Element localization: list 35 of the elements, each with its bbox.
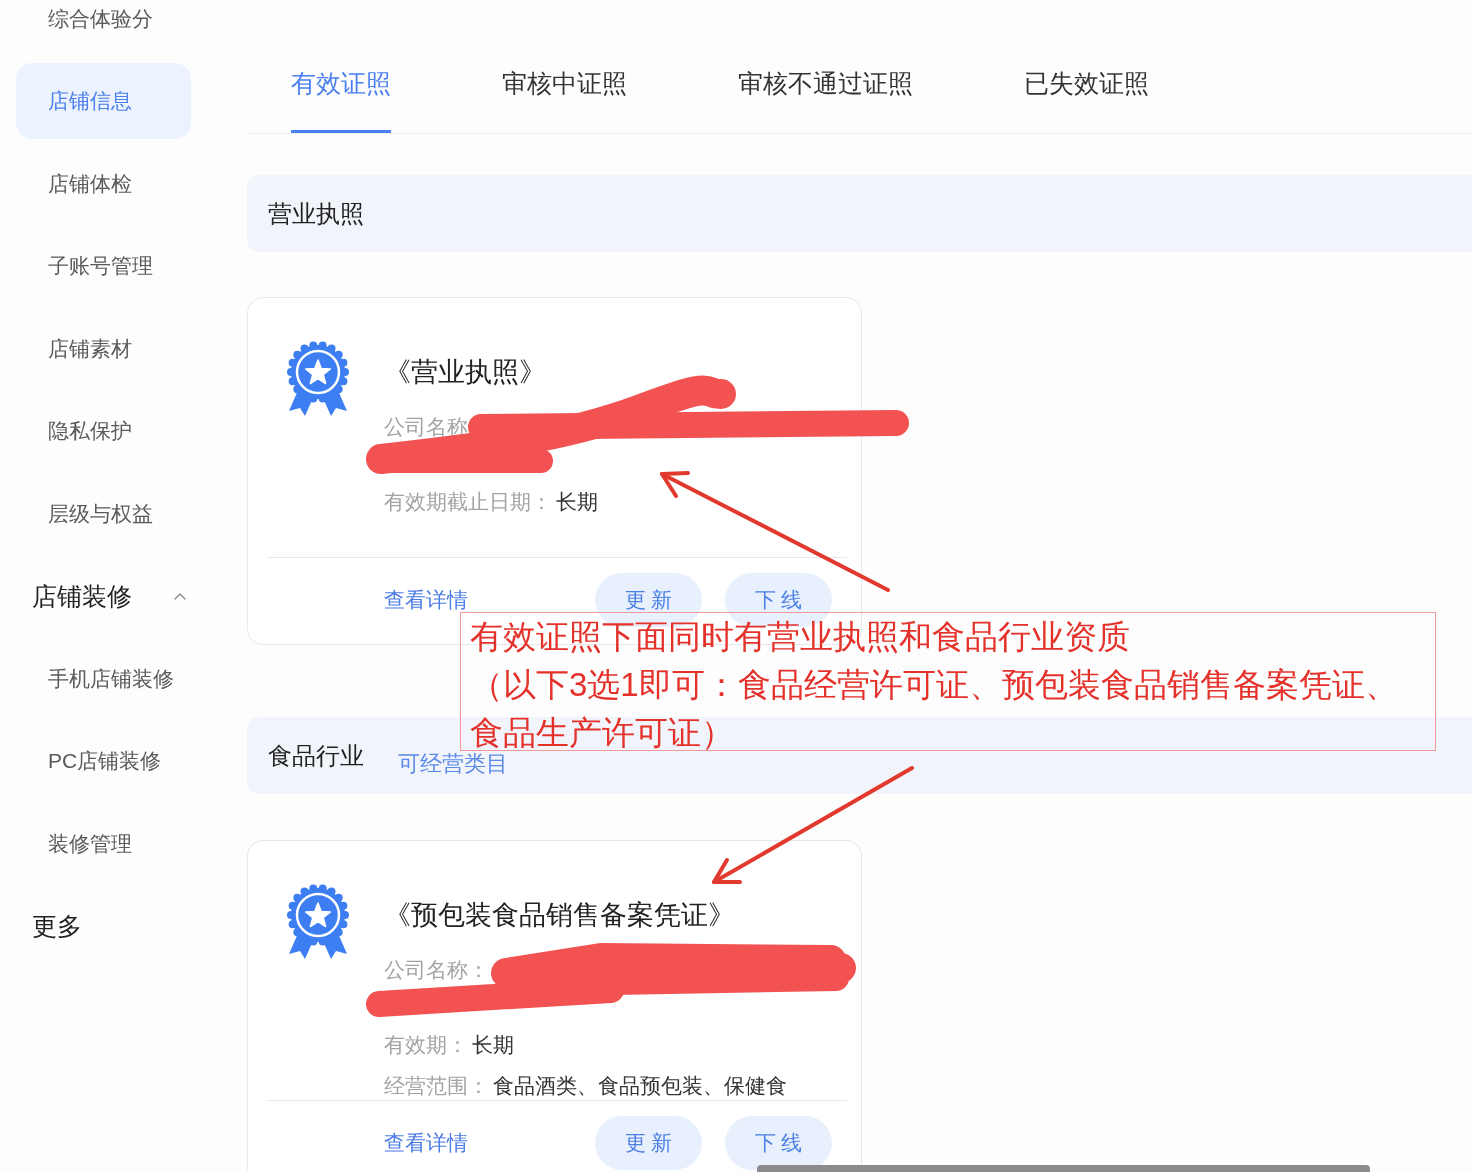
field-label: 经营范围： (384, 1074, 489, 1097)
sidebar-item[interactable]: 综合体验分 (16, 0, 191, 38)
tab[interactable]: 已失效证照 (1024, 50, 1149, 133)
tab[interactable]: 有效证照 (291, 50, 391, 133)
section-title: 食品行业 (268, 740, 364, 771)
sidebar-group-header[interactable]: 更多 (0, 888, 192, 964)
field-value: 长期 (556, 490, 598, 513)
field-label: 有效期： (384, 1033, 468, 1056)
field-label: 公司名称： (384, 958, 489, 981)
sidebar-item[interactable]: 店铺素材 (16, 310, 191, 387)
section-title: 营业执照 (268, 198, 364, 229)
sidebar-item[interactable]: 隐私保护 (16, 393, 191, 469)
sidebar-group-header[interactable]: 店铺装修 (0, 558, 192, 634)
sidebar-item[interactable]: 手机店铺装修 (16, 640, 191, 717)
card-title: 《预包装食品销售备案凭证》 (384, 899, 736, 932)
sidebar-item[interactable]: PC店铺装修 (16, 723, 191, 799)
details-link[interactable]: 查看详情 (384, 1129, 468, 1157)
tab[interactable]: 审核中证照 (502, 50, 627, 133)
field-label: 公司名称 (384, 415, 468, 438)
sidebar-item[interactable]: 店铺信息 (16, 63, 191, 139)
tab[interactable]: 审核不通过证照 (738, 50, 913, 133)
horizontal-scrollbar[interactable] (757, 1165, 1370, 1172)
field-label: 有效期截止日期： (384, 490, 552, 513)
annotation-text: 食品生产许可证） (470, 716, 734, 750)
details-link[interactable]: 查看详情 (384, 586, 468, 614)
sidebar-item[interactable]: 子账号管理 (16, 228, 191, 304)
card-title: 《营业执照》 (384, 356, 547, 389)
field-value: 长期 (472, 1033, 514, 1056)
sidebar-item[interactable]: 层级与权益 (16, 475, 191, 552)
sidebar-item[interactable]: 装修管理 (16, 805, 191, 882)
sidebar-item[interactable]: 店铺体检 (16, 145, 191, 222)
annotation-text: （以下3选1即可：食品经营许可证、预包装食品销售备案凭证、 (470, 668, 1398, 702)
field-value: 食品酒类、食品预包装、保健食 (493, 1074, 787, 1097)
award-badge-icon (285, 883, 351, 959)
award-badge-icon (285, 340, 351, 416)
